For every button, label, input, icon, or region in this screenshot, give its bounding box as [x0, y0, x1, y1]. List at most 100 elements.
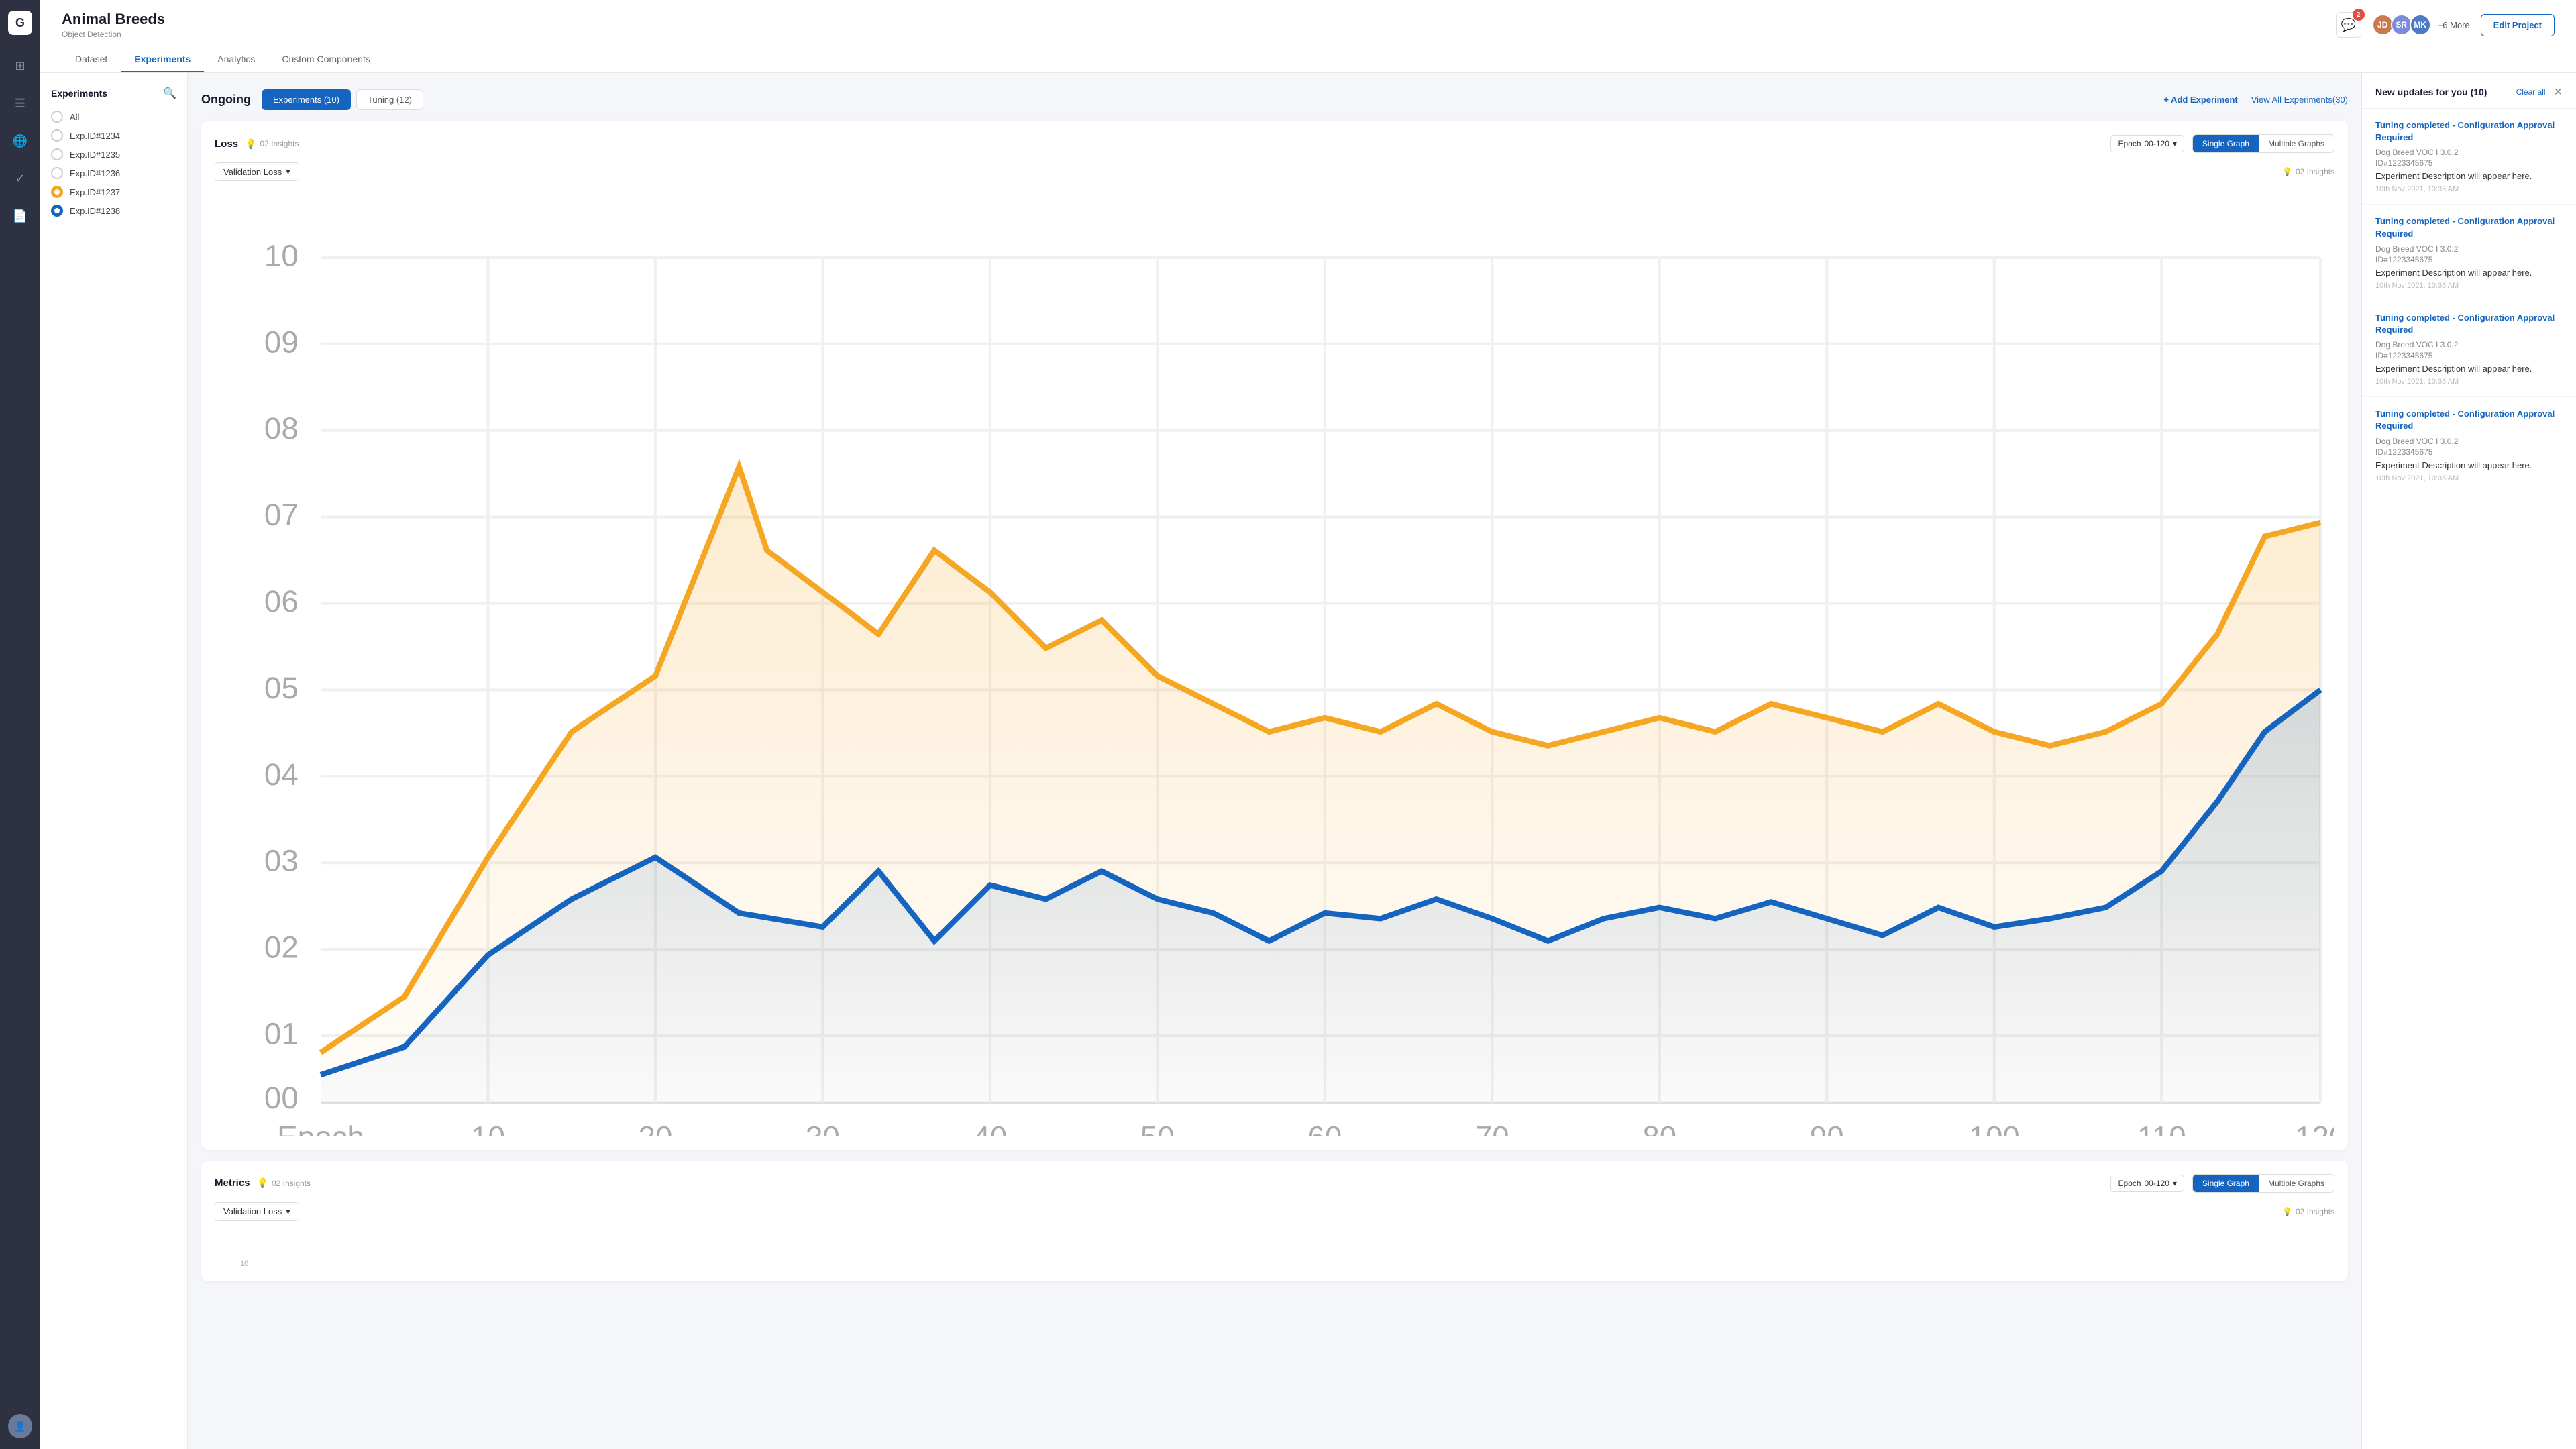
experiment-radio-1237[interactable]: [51, 186, 63, 198]
tab-custom-components[interactable]: Custom Components: [268, 47, 384, 72]
notif-time-1: 10th Nov 2021, 10:35 AM: [2375, 185, 2563, 193]
experiment-radio-1236[interactable]: [51, 167, 63, 179]
notif-desc-1: Experiment Description will appear here.: [2375, 171, 2563, 181]
ongoing-tabs: Experiments (10) Tuning (12): [262, 89, 423, 110]
tuning-tab-btn[interactable]: Tuning (12): [356, 89, 423, 110]
experiment-radio-1235[interactable]: [51, 148, 63, 160]
user-avatar[interactable]: 👤: [8, 1414, 32, 1438]
experiment-radio-1234[interactable]: [51, 129, 63, 142]
metrics-single-graph-btn[interactable]: Single Graph: [2193, 1175, 2259, 1192]
metrics-validation-dropdown[interactable]: Validation Loss ▾: [215, 1202, 299, 1221]
single-graph-btn[interactable]: Single Graph: [2193, 135, 2259, 152]
chevron-down-icon-m: ▾: [2173, 1179, 2177, 1188]
metrics-sub-insights-label: 02 Insights: [2296, 1207, 2334, 1216]
grid-icon[interactable]: ⊞: [8, 54, 32, 78]
avatar-3: MK: [2410, 14, 2431, 36]
view-all-experiments-button[interactable]: View All Experiments(30): [2251, 95, 2348, 105]
svg-text:10: 10: [264, 238, 299, 272]
bulb-icon-metrics-sub: 💡: [2282, 1207, 2292, 1216]
list-item[interactable]: Exp.ID#1236: [51, 167, 176, 179]
loss-chart: 10 09 08 07 06 05 04 03 02 01 00: [215, 188, 2334, 1136]
metrics-graph-toggle: Single Graph Multiple Graphs: [2192, 1174, 2334, 1193]
list-item[interactable]: Exp.ID#1238: [51, 205, 176, 217]
notif-title-3: Tuning completed - Configuration Approva…: [2375, 312, 2563, 336]
notif-title-2: Tuning completed - Configuration Approva…: [2375, 215, 2563, 239]
add-experiment-button[interactable]: + Add Experiment: [2163, 95, 2237, 105]
svg-text:08: 08: [264, 411, 299, 445]
list-item[interactable]: Exp.ID#1237: [51, 186, 176, 198]
main-content: Animal Breeds Object Detection 💬 2 JD SR…: [40, 0, 2576, 1449]
header-actions: 💬 2 JD SR MK +6 More Edit Project: [2336, 12, 2555, 38]
experiment-label-all: All: [70, 112, 79, 122]
list-item[interactable]: Exp.ID#1234: [51, 129, 176, 142]
tab-dataset[interactable]: Dataset: [62, 47, 121, 72]
notif-id-1: ID#1223345675: [2375, 158, 2563, 168]
notif-time-2: 10th Nov 2021, 10:35 AM: [2375, 282, 2563, 290]
close-notifications-button[interactable]: ✕: [2554, 85, 2563, 99]
notification-item-3: Tuning completed - Configuration Approva…: [2362, 301, 2576, 397]
loss-chart-controls: Epoch 00-120 ▾ Single Graph Multiple Gra…: [2110, 134, 2334, 153]
metrics-insights-label: 02 Insights: [272, 1179, 311, 1188]
notifications-list: Tuning completed - Configuration Approva…: [2362, 109, 2576, 1449]
experiment-radio-all[interactable]: [51, 111, 63, 123]
epoch-label-m: Epoch: [2118, 1179, 2141, 1188]
validation-loss-dropdown[interactable]: Validation Loss ▾: [215, 162, 299, 181]
experiment-label-1236: Exp.ID#1236: [70, 168, 120, 178]
file-icon[interactable]: 📄: [8, 204, 32, 228]
svg-text:20: 20: [639, 1120, 673, 1136]
epoch-range: 00-120: [2145, 139, 2169, 148]
body-layout: Experiments 🔍 All Exp.ID#1234: [40, 73, 2576, 1449]
list-item[interactable]: Exp.ID#1235: [51, 148, 176, 160]
list-item[interactable]: All: [51, 111, 176, 123]
tab-analytics[interactable]: Analytics: [204, 47, 268, 72]
svg-text:04: 04: [264, 757, 299, 792]
ongoing-actions: + Add Experiment View All Experiments(30…: [2163, 95, 2348, 105]
globe-icon[interactable]: 🌐: [8, 129, 32, 153]
notif-time-4: 10th Nov 2021, 10:35 AM: [2375, 474, 2563, 482]
project-subtitle: Object Detection: [62, 30, 165, 39]
svg-text:02: 02: [264, 930, 299, 965]
list-icon[interactable]: ☰: [8, 91, 32, 115]
loss-insights-badge[interactable]: 💡 02 Insights: [245, 138, 299, 150]
metrics-sub-insights-badge[interactable]: 💡 02 Insights: [2282, 1207, 2334, 1216]
avatar-group: JD SR MK +6 More: [2372, 14, 2470, 36]
project-title: Animal Breeds: [62, 11, 165, 28]
epoch-label: Epoch: [2118, 139, 2141, 148]
metrics-chart-controls: Epoch 00-120 ▾ Single Graph Multiple Gra…: [2110, 1174, 2334, 1193]
chevron-down-icon: ▾: [2173, 139, 2177, 148]
notifications-panel: New updates for you (10) Clear all ✕ Tun…: [2361, 73, 2576, 1449]
search-icon[interactable]: 🔍: [163, 87, 176, 100]
bulb-icon-sub: 💡: [2282, 167, 2292, 176]
experiment-radio-1238[interactable]: [51, 205, 63, 217]
multiple-graphs-btn[interactable]: Multiple Graphs: [2259, 135, 2334, 152]
checklist-icon[interactable]: ✓: [8, 166, 32, 191]
svg-text:50: 50: [1140, 1120, 1175, 1136]
svg-text:00: 00: [264, 1081, 299, 1115]
sub-insights-badge[interactable]: 💡 02 Insights: [2282, 167, 2334, 176]
clear-all-button[interactable]: Clear all: [2516, 87, 2546, 97]
experiments-sidebar: Experiments 🔍 All Exp.ID#1234: [40, 73, 188, 1449]
charts-area: Ongoing Experiments (10) Tuning (12) + A…: [188, 73, 2361, 1449]
metrics-insights-badge[interactable]: 💡 02 Insights: [257, 1177, 311, 1189]
experiment-label-1237: Exp.ID#1237: [70, 187, 120, 197]
svg-text:10: 10: [471, 1120, 505, 1136]
loss-insights-label: 02 Insights: [260, 139, 299, 148]
notification-button[interactable]: 💬 2: [2336, 12, 2361, 38]
experiment-label-1238: Exp.ID#1238: [70, 206, 120, 216]
page-header: Animal Breeds Object Detection 💬 2 JD SR…: [40, 0, 2576, 73]
edit-project-button[interactable]: Edit Project: [2481, 14, 2555, 36]
metrics-chart-panel: Metrics 💡 02 Insights Epoch 00-120: [201, 1161, 2348, 1281]
metrics-dropdown-chevron-icon: ▾: [286, 1206, 290, 1217]
experiments-tab-btn[interactable]: Experiments (10): [262, 89, 351, 110]
svg-text:100: 100: [1969, 1120, 2020, 1136]
svg-text:09: 09: [264, 325, 299, 359]
metrics-multiple-graphs-btn[interactable]: Multiple Graphs: [2259, 1175, 2334, 1192]
bulb-icon-metrics: 💡: [257, 1177, 268, 1189]
metrics-epoch-selector[interactable]: Epoch 00-120 ▾: [2110, 1175, 2184, 1192]
notif-id-4: ID#1223345675: [2375, 447, 2563, 457]
svg-text:90: 90: [1810, 1120, 1844, 1136]
loss-epoch-selector[interactable]: Epoch 00-120 ▾: [2110, 135, 2184, 152]
notif-id-2: ID#1223345675: [2375, 255, 2563, 264]
tab-experiments[interactable]: Experiments: [121, 47, 204, 72]
notification-item-2: Tuning completed - Configuration Approva…: [2362, 205, 2576, 301]
